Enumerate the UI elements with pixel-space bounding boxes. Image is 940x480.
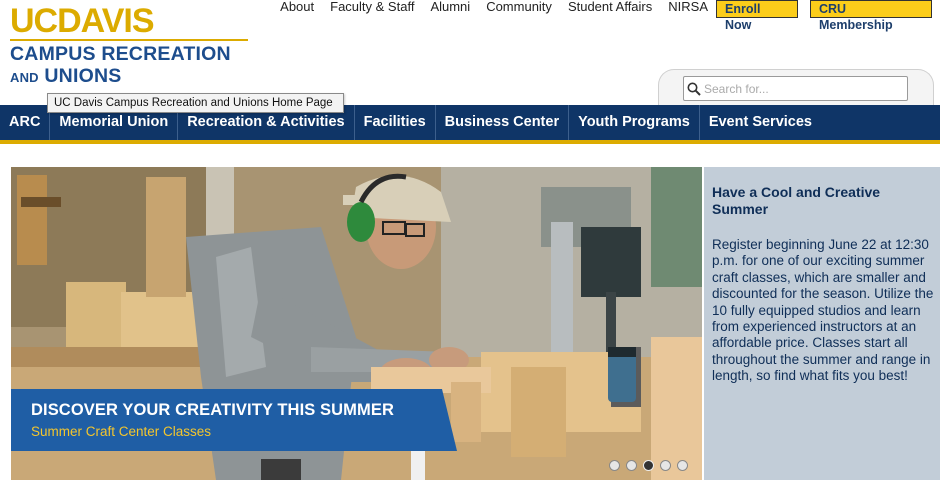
hero-caption[interactable]: DISCOVER YOUR CREATIVITY THIS SUMMER Sum… <box>11 389 457 451</box>
nav-event-services[interactable]: Event Services <box>700 105 821 140</box>
top-links: About Faculty & Staff Alumni Community S… <box>264 0 708 14</box>
slide-dot-1[interactable] <box>609 460 620 471</box>
toplink-nirsa[interactable]: NIRSA <box>668 0 708 14</box>
logo-line1: CAMPUS RECREATION <box>10 43 231 65</box>
toplink-student-affairs[interactable]: Student Affairs <box>568 0 652 14</box>
search-box <box>683 76 908 101</box>
nav-facilities[interactable]: Facilities <box>355 105 436 140</box>
logo-and: AND <box>10 70 39 85</box>
cru-membership-button[interactable]: CRU Membership <box>810 0 932 32</box>
enroll-now-button[interactable]: Enroll Now <box>716 0 798 32</box>
toplink-faculty-staff[interactable]: Faculty & Staff <box>330 0 414 14</box>
search-input[interactable] <box>704 81 899 96</box>
hero-title: DISCOVER YOUR CREATIVITY THIS SUMMER <box>31 401 394 419</box>
hero-subtitle: Summer Craft Center Classes <box>31 424 212 439</box>
nav-business-center[interactable]: Business Center <box>436 105 570 140</box>
slide-pager <box>609 460 688 471</box>
toplink-alumni[interactable]: Alumni <box>430 0 470 14</box>
feature-body: Register beginning June 22 at 12:30 p.m.… <box>712 237 934 384</box>
toplink-about[interactable]: About <box>280 0 314 14</box>
slide-dot-4[interactable] <box>660 460 671 471</box>
logo-tooltip: UC Davis Campus Recreation and Unions Ho… <box>47 93 344 113</box>
slide-dot-5[interactable] <box>677 460 688 471</box>
feature-panel: Have a Cool and Creative Summer Register… <box>704 167 940 480</box>
toplink-community[interactable]: Community <box>486 0 552 14</box>
slide-dot-2[interactable] <box>626 460 637 471</box>
site-logo[interactable]: UCDAVIS CAMPUS RECREATION AND UNIONS <box>10 4 252 89</box>
search-icon[interactable] <box>684 77 704 100</box>
nav-arc[interactable]: ARC <box>0 105 51 140</box>
nav-youth-programs[interactable]: Youth Programs <box>569 105 700 140</box>
logo-line2: AND UNIONS <box>10 65 252 89</box>
slide-dot-3-active[interactable] <box>643 460 654 471</box>
logo-ucdavis: UCDAVIS <box>10 2 155 40</box>
feature-title: Have a Cool and Creative Summer <box>712 184 881 217</box>
logo-unions: UNIONS <box>44 65 122 87</box>
